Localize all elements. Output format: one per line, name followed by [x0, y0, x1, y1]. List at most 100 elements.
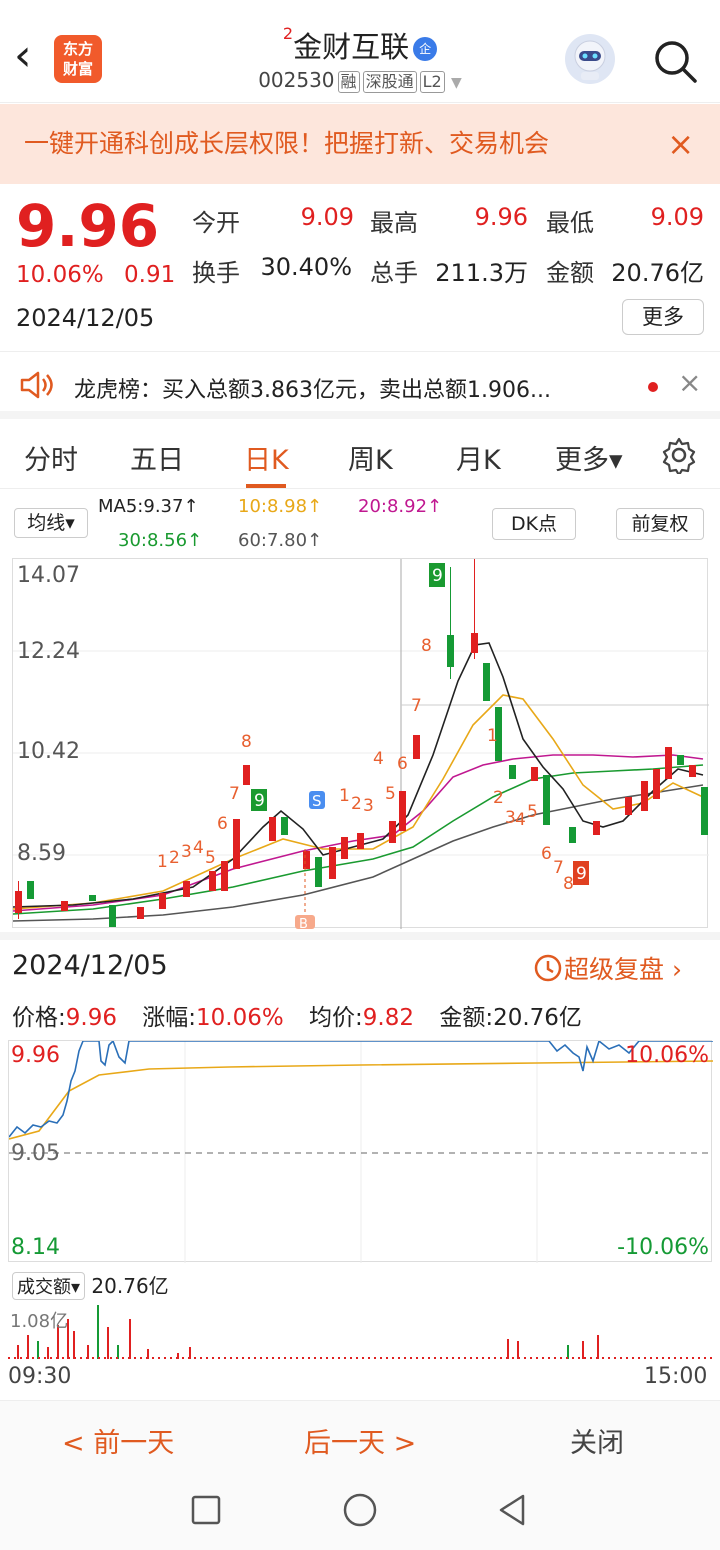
svg-text:1: 1 [487, 726, 498, 746]
tab-five-day[interactable]: 五日 [130, 438, 184, 477]
open-label: 今开 [192, 209, 240, 237]
svg-text:1: 1 [157, 852, 168, 872]
robot-avatar-icon[interactable] [565, 34, 615, 84]
volume-value: 211.3万 [435, 259, 528, 287]
svg-text:2: 2 [169, 848, 180, 868]
volume-chart: 1.08亿 [8, 1305, 712, 1359]
tab-daily-k[interactable]: 日K [244, 438, 289, 477]
history-clock-icon [532, 952, 564, 990]
search-icon[interactable] [652, 38, 698, 88]
next-day-button[interactable]: 后一天 > [304, 1421, 416, 1460]
avg-value: 9.82 [362, 1005, 415, 1031]
svg-text:8: 8 [241, 732, 252, 752]
super-replay-link[interactable]: 超级复盘 › [532, 950, 682, 990]
y-tick-4: 8.59 [17, 841, 66, 866]
volume-header: 成交额▾ 20.76亿 [12, 1270, 169, 1300]
svg-text:8: 8 [421, 636, 432, 656]
sell-signal-s: S [312, 792, 322, 810]
divider [0, 488, 720, 489]
change-percent: 10.06% [16, 262, 104, 288]
back-triangle-icon[interactable] [496, 1492, 528, 1532]
more-button[interactable]: 更多 [622, 299, 704, 335]
y-tick-1: 14.07 [17, 563, 80, 588]
svg-text:7: 7 [229, 784, 240, 804]
super-replay-label: 超级复盘 [564, 955, 665, 984]
volume-selector[interactable]: 成交额▾ [12, 1272, 86, 1300]
amount-value: 20.76亿 [611, 259, 704, 287]
svg-text:6: 6 [217, 814, 228, 834]
ma-selector[interactable]: 均线▾ [14, 508, 88, 538]
ma60-value: 60:7.80↑ [238, 530, 323, 551]
chevron-down-icon: ▼ [451, 75, 462, 91]
td-sequence-marks: 12 34 56 78 9 S 12 34 56 78 9 12 34 56 7… [157, 563, 589, 894]
tab-monthly-k[interactable]: 月K [456, 438, 501, 477]
intraday-chart[interactable]: 9.96 9.05 8.14 10.06% -10.06% [8, 1040, 713, 1263]
chevron-right-icon: › [664, 955, 682, 984]
svg-text:9: 9 [254, 791, 265, 811]
volume-total: 20.76亿 [91, 1274, 169, 1298]
high-label: 最高 [370, 209, 418, 237]
turnover-value: 30.40% [260, 253, 352, 281]
tag-margin: 融 [337, 71, 360, 93]
tab-timeshare[interactable]: 分时 [24, 438, 78, 477]
svg-text:5: 5 [527, 802, 538, 822]
recents-icon[interactable] [190, 1494, 222, 1530]
svg-text:7: 7 [411, 696, 422, 716]
amount-label: 金额 [546, 259, 594, 287]
intraday-stats: 价格:9.96 涨幅:10.06% 均价:9.82 金额:20.76亿 [12, 998, 582, 1032]
svg-text:4: 4 [515, 810, 526, 830]
prev-day-button[interactable]: < 前一天 [62, 1421, 174, 1460]
current-price: 9.96 [16, 192, 160, 260]
notice-bar[interactable]: 龙虎榜：买入总额3.863亿元，卖出总额1.906... × [0, 351, 720, 419]
tag-connect: 深股通 [362, 71, 417, 93]
svg-text:5: 5 [385, 784, 396, 804]
stock-name: 金财互联 [293, 30, 410, 64]
system-nav-bar [0, 1472, 720, 1550]
svg-text:5: 5 [205, 848, 216, 868]
tab-weekly-k[interactable]: 周K [348, 438, 393, 477]
svg-text:6: 6 [541, 844, 552, 864]
amt-label: 金额: [439, 1005, 494, 1031]
volume-svg [8, 1305, 712, 1359]
tab-more[interactable]: 更多▾ [555, 438, 623, 477]
unread-dot [648, 382, 658, 392]
close-icon[interactable]: × [667, 104, 694, 184]
svg-text:4: 4 [193, 838, 204, 858]
svg-text:2: 2 [351, 794, 362, 814]
volume-label: 总手 [370, 259, 418, 287]
time-start: 09:30 [8, 1364, 72, 1389]
open-value: 9.09 [300, 203, 354, 231]
ma5-value: MA5:9.37↑ [98, 496, 199, 517]
kline-chart[interactable]: 12 34 56 78 9 S 12 34 56 78 9 12 34 56 7… [12, 558, 709, 929]
footer-bar: < 前一天 后一天 > 关闭 [0, 1400, 720, 1472]
svg-text:9: 9 [576, 864, 587, 884]
candle-group [15, 559, 708, 927]
chg-value: 10.06% [196, 1005, 284, 1031]
y-bot-price: 8.14 [11, 1235, 60, 1260]
svg-text:6: 6 [397, 754, 408, 774]
promo-text: 一键开通科创成长层权限！把握打新、交易机会 [24, 129, 550, 158]
home-icon[interactable] [342, 1492, 378, 1532]
low-value: 9.09 [650, 203, 704, 231]
kline-svg: 12 34 56 78 9 S 12 34 56 78 9 12 34 56 7… [13, 559, 709, 929]
svg-text:9: 9 [432, 566, 443, 586]
price-value: 9.96 [65, 1005, 117, 1031]
pct-top: 10.06% [625, 1043, 709, 1068]
svg-text:8: 8 [563, 874, 574, 894]
gear-icon[interactable] [660, 436, 698, 478]
y-top-price: 9.96 [11, 1043, 60, 1068]
y-mid-price: 9.05 [11, 1141, 60, 1166]
ma30-value: 30:8.56↑ [118, 530, 203, 551]
svg-text:4: 4 [373, 749, 384, 769]
close-icon[interactable]: × [678, 366, 701, 399]
enterprise-badge: 企 [413, 37, 438, 61]
y-tick-2: 12.24 [17, 639, 80, 664]
tag-l2: L2 [419, 71, 445, 93]
dk-point-button[interactable]: DK点 [492, 508, 576, 540]
promo-banner[interactable]: 一键开通科创成长层权限！把握打新、交易机会 × [0, 104, 720, 184]
ma10-value: 10:8.98↑ [238, 496, 323, 517]
adjust-price-button[interactable]: 前复权 [616, 508, 704, 540]
close-button[interactable]: 关闭 [570, 1421, 624, 1460]
quote-date: 2024/12/05 [16, 304, 155, 332]
change-amount: 0.91 [124, 262, 176, 288]
